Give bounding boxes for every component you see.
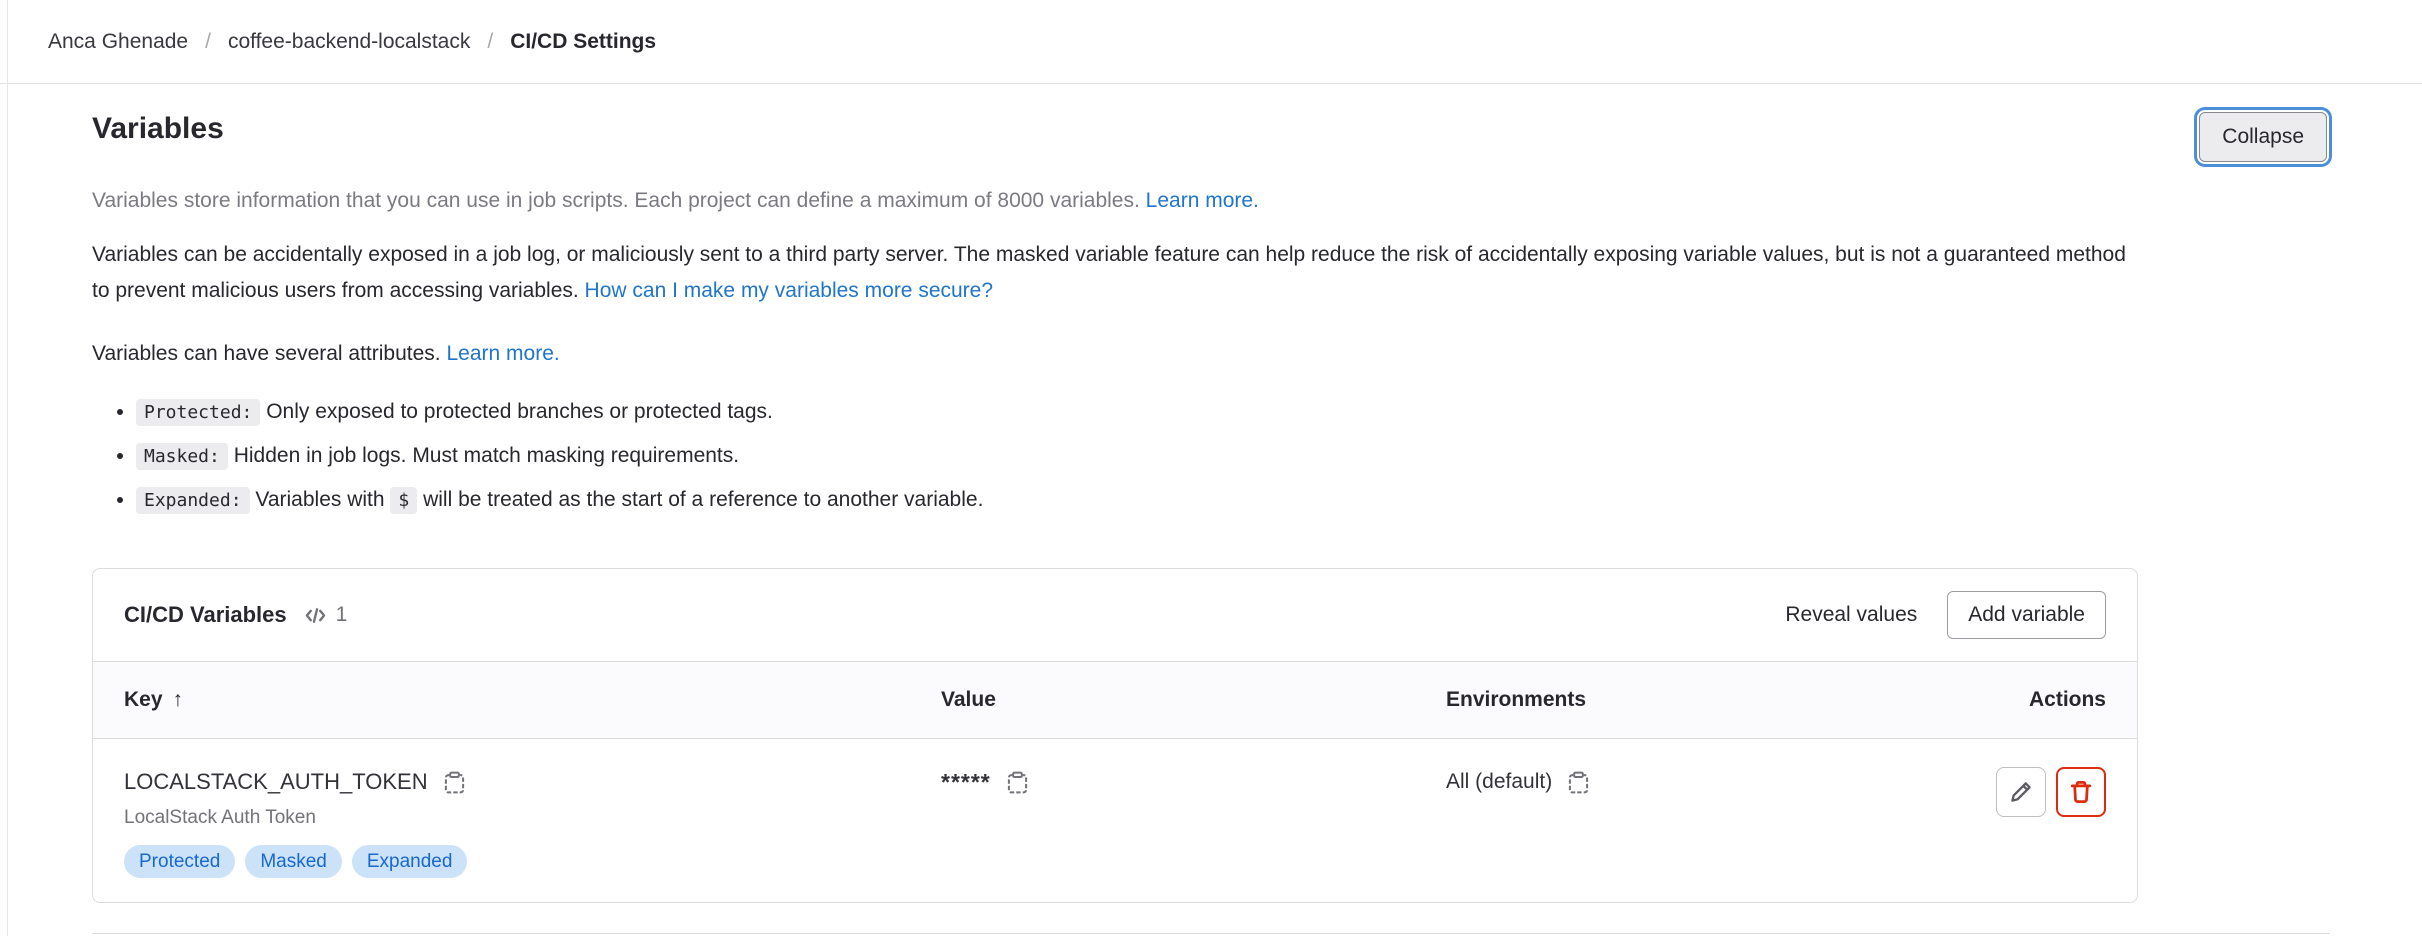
breadcrumb-item-namespace[interactable]: Anca Ghenade <box>48 30 188 54</box>
breadcrumb-separator: / <box>205 30 211 54</box>
attributes-list: Protected: Only exposed to protected bra… <box>136 396 2136 516</box>
breadcrumb-item-current: CI/CD Settings <box>510 30 656 54</box>
variables-count: 1 <box>336 603 348 627</box>
key-column-label: Key <box>124 687 163 713</box>
variables-description: Variables store information that you can… <box>92 184 2138 516</box>
clipboard-icon <box>442 770 467 795</box>
copy-environment-button[interactable] <box>1566 770 1591 795</box>
column-header-environments: Environments <box>1446 687 1906 713</box>
warning-paragraph: Variables can be accidentally exposed in… <box>92 237 2138 309</box>
environment-scope: All (default) <box>1446 767 1552 797</box>
code-icon <box>303 603 328 628</box>
copy-value-button[interactable] <box>1005 770 1030 795</box>
protected-code-chip: Protected: <box>136 399 260 426</box>
reveal-values-button[interactable]: Reveal values <box>1785 603 1917 627</box>
dollar-code-chip: $ <box>390 487 417 514</box>
expanded-text-tail: will be treated as the start of a refere… <box>423 488 983 511</box>
key-line: LOCALSTACK_AUTH_TOKEN <box>124 767 941 797</box>
card-header: CI/CD Variables 1 Reveal values Add vari… <box>93 569 2137 661</box>
list-item-protected: Protected: Only exposed to protected bra… <box>136 396 2136 428</box>
badge-row: Protected Masked Expanded <box>124 845 941 878</box>
variable-key: LOCALSTACK_AUTH_TOKEN <box>124 767 428 797</box>
environments-cell: All (default) <box>1446 767 1906 797</box>
cicd-settings-page: Anca Ghenade / coffee-backend-localstack… <box>0 0 2422 936</box>
secure-variables-link[interactable]: How can I make my variables more secure? <box>585 279 994 302</box>
variable-description: LocalStack Auth Token <box>124 805 941 831</box>
list-item-masked: Masked: Hidden in job logs. Must match m… <box>136 440 2136 472</box>
clipboard-icon <box>1566 770 1591 795</box>
card-title: CI/CD Variables <box>124 602 287 628</box>
trash-icon <box>2068 779 2094 805</box>
table-row: LOCALSTACK_AUTH_TOKEN LocalStack Auth To… <box>93 739 2137 902</box>
attributes-text: Variables can have several attributes. <box>92 342 441 365</box>
masked-value: ***** <box>941 767 991 797</box>
attributes-paragraph: Variables can have several attributes. L… <box>92 337 2138 370</box>
warning-text: Variables can be accidentally exposed in… <box>92 243 2126 302</box>
actions-cell <box>1996 767 2106 817</box>
variables-table-header: Key ↑ Value Environments Actions <box>93 661 2137 739</box>
delete-variable-button[interactable] <box>2056 767 2106 817</box>
value-cell: ***** <box>941 767 1446 797</box>
column-header-value: Value <box>941 687 1446 713</box>
edit-variable-button[interactable] <box>1996 767 2046 817</box>
breadcrumb: Anca Ghenade / coffee-backend-localstack… <box>48 30 656 54</box>
expanded-text: Variables with <box>255 488 384 511</box>
protected-text: Only exposed to protected branches or pr… <box>266 400 773 423</box>
breadcrumb-item-project[interactable]: coffee-backend-localstack <box>228 30 470 54</box>
variables-section-header: Variables Collapse <box>92 110 2330 162</box>
clipboard-icon <box>1005 770 1030 795</box>
intro-text: Variables store information that you can… <box>92 189 1140 212</box>
copy-key-button[interactable] <box>442 770 467 795</box>
add-variable-button[interactable]: Add variable <box>1947 591 2106 639</box>
column-header-actions: Actions <box>1906 687 2106 713</box>
masked-badge: Masked <box>245 845 342 878</box>
collapse-button[interactable]: Collapse <box>2199 112 2327 162</box>
masked-text: Hidden in job logs. Must match masking r… <box>234 444 739 467</box>
breadcrumb-bar: Anca Ghenade / coffee-backend-localstack… <box>0 0 2422 84</box>
learn-more-link[interactable]: Learn more. <box>1146 189 1259 212</box>
expanded-badge: Expanded <box>352 845 468 878</box>
sort-ascending-icon: ↑ <box>173 687 184 713</box>
attributes-learn-more-link[interactable]: Learn more. <box>446 342 559 365</box>
list-item-expanded: Expanded: Variables with $ will be treat… <box>136 484 2136 516</box>
column-header-key[interactable]: Key ↑ <box>124 687 941 713</box>
next-section-divider <box>92 933 2330 934</box>
expanded-code-chip: Expanded: <box>136 487 250 514</box>
settings-content: Variables Collapse Variables store infor… <box>0 110 2422 934</box>
masked-code-chip: Masked: <box>136 443 228 470</box>
intro-paragraph: Variables store information that you can… <box>92 184 2138 217</box>
card-header-actions: Reveal values Add variable <box>1785 591 2106 639</box>
pencil-icon <box>2008 779 2034 805</box>
breadcrumb-separator: / <box>487 30 493 54</box>
cicd-variables-card: CI/CD Variables 1 Reveal values Add vari… <box>92 568 2138 903</box>
protected-badge: Protected <box>124 845 235 878</box>
page-title: Variables <box>92 110 224 148</box>
sidebar-edge-divider <box>7 0 8 936</box>
key-cell: LOCALSTACK_AUTH_TOKEN LocalStack Auth To… <box>124 767 941 878</box>
